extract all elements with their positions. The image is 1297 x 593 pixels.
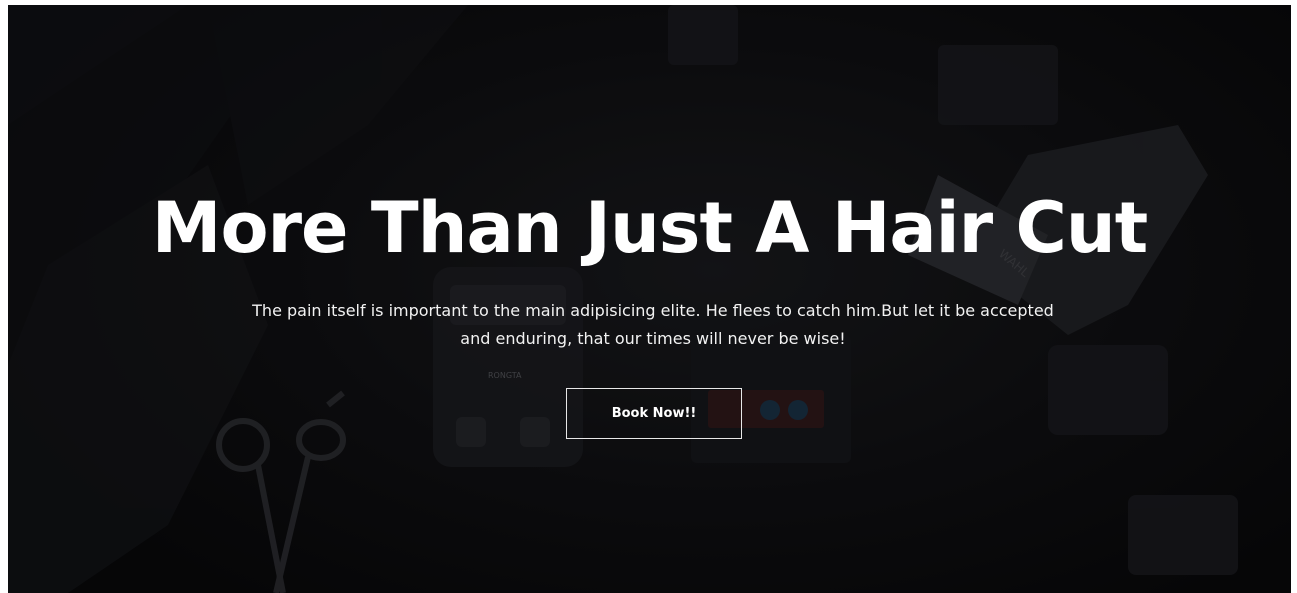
hero-section: RONGTA WAHL More Than Just A Hair Cut Th… <box>8 5 1291 593</box>
hero-title: More Than Just A Hair Cut <box>151 187 1148 269</box>
hero-subtitle: The pain itself is important to the main… <box>252 301 1054 348</box>
hero-content: More Than Just A Hair Cut The pain itsel… <box>8 5 1291 593</box>
book-now-button[interactable]: Book Now!! <box>566 388 742 439</box>
